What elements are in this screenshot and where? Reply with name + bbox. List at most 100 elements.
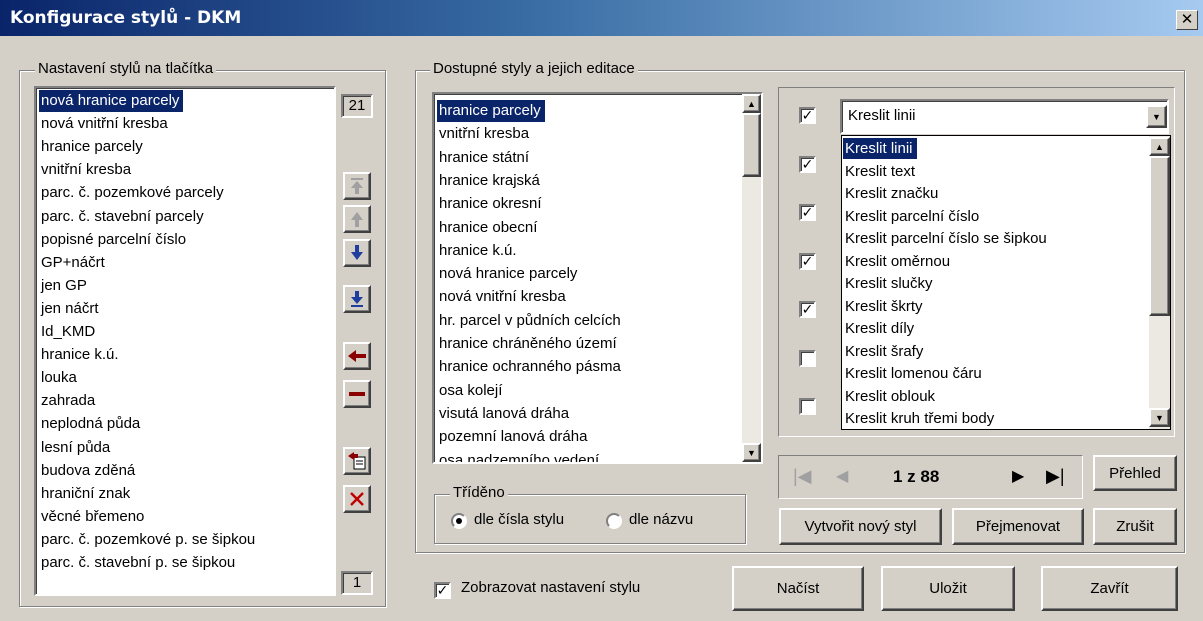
next-record-button[interactable]: ▶ bbox=[1012, 466, 1024, 486]
property-checkbox[interactable]: ✓ bbox=[799, 107, 816, 124]
check-icon: ✓ bbox=[436, 582, 449, 598]
list-item[interactable]: hranice parcely bbox=[39, 136, 147, 158]
list-item[interactable]: parc. č. pozemkové p. se šipkou bbox=[39, 529, 259, 551]
property-checkbox[interactable]: ✓ bbox=[799, 204, 816, 221]
list-item[interactable]: visutá lanová dráha bbox=[437, 403, 573, 425]
dropdown-item[interactable]: Kreslit oblouk bbox=[843, 386, 939, 407]
property-checkbox[interactable] bbox=[799, 349, 816, 367]
draw-mode-dropdown[interactable]: Kreslit linii Kreslit text Kreslit značku K… bbox=[841, 135, 1171, 430]
property-checkbox[interactable]: ✓ bbox=[799, 155, 816, 173]
property-checkbox[interactable] bbox=[799, 398, 816, 415]
list-item[interactable]: vnitřní kresba bbox=[437, 123, 533, 145]
list-item[interactable]: hranice parcely bbox=[437, 100, 545, 122]
dropdown-item[interactable]: Kreslit kruh třemi body bbox=[843, 408, 998, 429]
combo-dropdown-button[interactable]: ▼ bbox=[1146, 105, 1167, 128]
create-style-button[interactable]: Vytvořit nový styl bbox=[779, 508, 942, 545]
last-record-icon: ▶| bbox=[1046, 466, 1065, 486]
scroll-down-icon: ▼ bbox=[747, 447, 756, 458]
list-item[interactable]: pozemní lanová dráha bbox=[437, 426, 591, 448]
first-record-button[interactable]: |◀ bbox=[793, 466, 812, 487]
dropdown-item[interactable]: Kreslit značku bbox=[843, 183, 942, 204]
list-item[interactable]: osa nadzemního vedení bbox=[437, 450, 603, 463]
list-item[interactable]: vnitřní kresba bbox=[39, 159, 135, 181]
list-item[interactable]: hranice ochranného pásma bbox=[437, 356, 625, 378]
add-arrow-icon bbox=[348, 350, 366, 362]
show-settings-checkbox[interactable]: ✓ bbox=[434, 582, 451, 599]
list-item[interactable]: nová hranice parcely bbox=[39, 90, 184, 112]
list-item[interactable]: parc. č. stavební p. se šipkou bbox=[39, 552, 239, 574]
dropdown-item[interactable]: Kreslit škrty bbox=[843, 296, 927, 317]
list-item[interactable]: parc. č. pozemkové parcely bbox=[39, 182, 228, 204]
list-item[interactable]: popisné parcelní číslo bbox=[39, 229, 190, 251]
button-styles-list[interactable]: nová hranice parcely nová vnitřní kresba h… bbox=[34, 86, 336, 596]
dropdown-item[interactable]: Kreslit linii bbox=[843, 138, 917, 159]
dropdown-item[interactable]: Kreslit lomenou čáru bbox=[843, 363, 986, 384]
move-top-button[interactable] bbox=[343, 172, 371, 200]
list-item[interactable]: osa kolejí bbox=[437, 380, 506, 402]
close-dialog-button[interactable]: Zavřít bbox=[1041, 566, 1178, 611]
move-down-button[interactable] bbox=[343, 239, 371, 267]
list-item[interactable]: hraniční znak bbox=[39, 483, 134, 505]
window-title: Konfigurace stylů - DKM bbox=[10, 8, 242, 28]
dropdown-scroll-thumb[interactable] bbox=[1149, 156, 1170, 316]
list-item[interactable]: hranice k.ú. bbox=[437, 240, 521, 262]
list-item[interactable]: parc. č. stavební parcely bbox=[39, 206, 208, 228]
move-bottom-button[interactable] bbox=[343, 285, 371, 313]
list-item[interactable]: nová vnitřní kresba bbox=[39, 113, 172, 135]
load-button[interactable]: Načíst bbox=[732, 566, 864, 611]
list-item[interactable]: jen náčrt bbox=[39, 298, 103, 320]
check-icon: ✓ bbox=[801, 301, 814, 317]
assign-style-button[interactable] bbox=[343, 342, 371, 370]
scroll-up-button[interactable]: ▲ bbox=[742, 94, 761, 113]
save-button[interactable]: Uložit bbox=[881, 566, 1015, 611]
list-item[interactable]: louka bbox=[39, 367, 81, 389]
dropdown-item[interactable]: Kreslit díly bbox=[843, 318, 918, 339]
remove-style-button[interactable] bbox=[343, 380, 371, 408]
available-styles-list[interactable]: hranice parcely vnitřní kresba hranice stá… bbox=[432, 92, 763, 464]
button-styles-group-label: Nastavení stylů na tlačítka bbox=[35, 60, 217, 77]
list-item[interactable]: jen GP bbox=[39, 275, 91, 297]
rename-button[interactable]: Přejmenovat bbox=[952, 508, 1084, 545]
close-button[interactable]: ✕ bbox=[1176, 10, 1198, 30]
dropdown-scroll-down[interactable]: ▼ bbox=[1149, 408, 1170, 427]
dropdown-item[interactable]: Kreslit parcelní číslo se šipkou bbox=[843, 228, 1051, 249]
sort-by-number-radio[interactable] bbox=[451, 513, 467, 529]
dropdown-item[interactable]: Kreslit parcelní číslo bbox=[843, 206, 983, 227]
dropdown-item[interactable]: Kreslit text bbox=[843, 161, 919, 182]
list-item[interactable]: Id_KMD bbox=[39, 321, 99, 343]
list-item[interactable]: hranice obecní bbox=[437, 217, 541, 239]
cancel-button[interactable]: Zrušit bbox=[1093, 508, 1177, 545]
list-item[interactable]: věcné břemeno bbox=[39, 506, 148, 528]
dropdown-scroll-up[interactable]: ▲ bbox=[1149, 137, 1170, 156]
list-item[interactable]: hranice státní bbox=[437, 147, 533, 169]
list-item[interactable]: budova zděná bbox=[39, 460, 139, 482]
last-record-button[interactable]: ▶| bbox=[1046, 466, 1065, 487]
list-item[interactable]: nová hranice parcely bbox=[437, 263, 581, 285]
overview-button[interactable]: Přehled bbox=[1093, 455, 1177, 491]
insert-button[interactable] bbox=[343, 447, 371, 475]
list-item[interactable]: nová vnitřní kresba bbox=[437, 286, 570, 308]
draw-mode-combo[interactable]: Kreslit linii ▼ bbox=[840, 99, 1169, 134]
property-checkbox[interactable]: ✓ bbox=[799, 252, 816, 270]
delete-x-icon bbox=[350, 492, 364, 506]
list-item[interactable]: lesní půda bbox=[39, 437, 114, 459]
move-up-button[interactable] bbox=[343, 205, 371, 233]
list-item[interactable]: GP+náčrt bbox=[39, 252, 109, 274]
list-item[interactable]: hr. parcel v půdních celcích bbox=[437, 310, 625, 332]
list-item[interactable]: hranice chráněného území bbox=[437, 333, 621, 355]
scroll-down-button[interactable]: ▼ bbox=[742, 443, 761, 462]
dropdown-item[interactable]: Kreslit šrafy bbox=[843, 341, 927, 362]
list-item[interactable]: hranice okresní bbox=[437, 193, 546, 215]
list-item[interactable]: hranice k.ú. bbox=[39, 344, 123, 366]
prev-record-button[interactable]: ◀ bbox=[836, 466, 848, 486]
list-item[interactable]: zahrada bbox=[39, 390, 99, 412]
scroll-thumb[interactable] bbox=[742, 113, 761, 177]
list-item[interactable]: hranice krajská bbox=[437, 170, 544, 192]
property-checkbox[interactable]: ✓ bbox=[799, 301, 816, 318]
delete-button[interactable] bbox=[343, 485, 371, 513]
dropdown-item[interactable]: Kreslit oměrnou bbox=[843, 251, 954, 272]
list-item[interactable]: neplodná půda bbox=[39, 413, 144, 435]
chevron-down-icon: ▼ bbox=[1152, 111, 1161, 122]
dropdown-item[interactable]: Kreslit slučky bbox=[843, 273, 937, 294]
sort-by-name-radio[interactable] bbox=[606, 513, 622, 529]
